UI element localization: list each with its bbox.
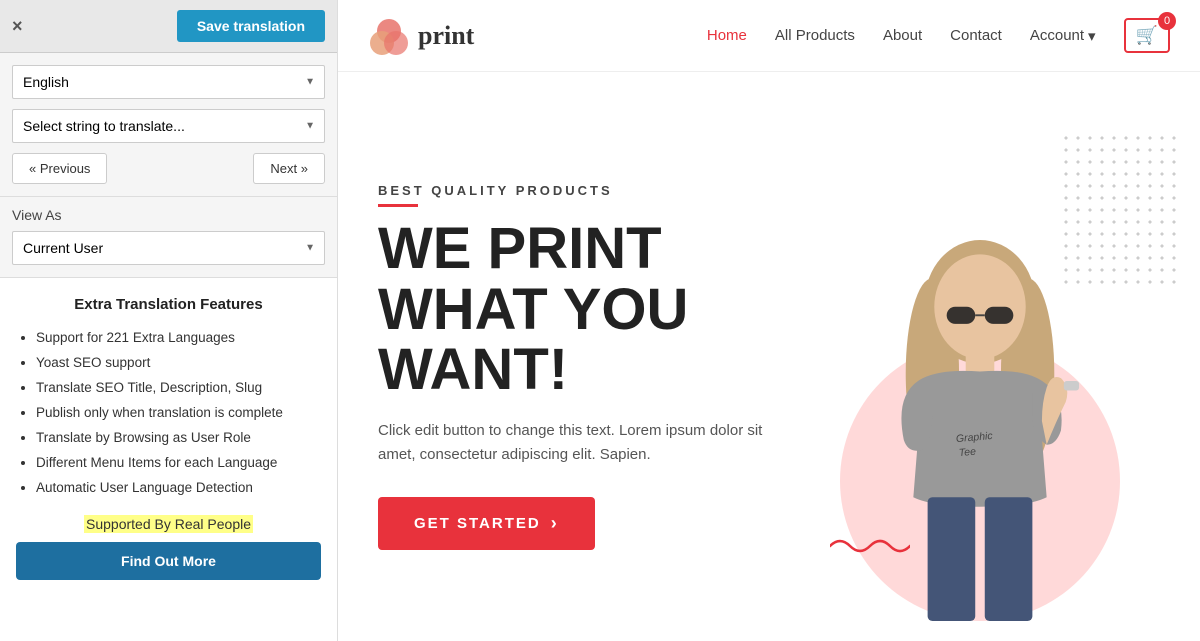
account-label: Account (1030, 27, 1084, 44)
list-item: Different Menu Items for each Language (36, 452, 321, 475)
hero-image-area: Graphic Tee (800, 112, 1160, 621)
features-title: Extra Translation Features (16, 296, 321, 313)
find-out-button[interactable]: Find Out More (16, 542, 321, 580)
wavy-line-icon (830, 531, 910, 561)
features-list: Support for 221 Extra Languages Yoast SE… (16, 327, 321, 500)
list-item: Yoast SEO support (36, 352, 321, 375)
view-as-label: View As (12, 207, 325, 223)
next-button[interactable]: Next » (253, 153, 325, 184)
hero-description: Click edit button to change this text. L… (378, 419, 780, 467)
features-section: Extra Translation Features Support for 2… (0, 278, 337, 641)
list-item: Support for 221 Extra Languages (36, 327, 321, 350)
hero-subtitle: BEST QUALITY PRODUCTS (378, 183, 780, 207)
language-select[interactable]: English Spanish French (12, 65, 325, 99)
translation-panel: × Save translation English Spanish Frenc… (0, 0, 338, 641)
list-item: Automatic User Language Detection (36, 477, 321, 500)
cart-button[interactable]: 🛒 0 (1124, 18, 1170, 53)
get-started-button[interactable]: GET STARTED › (378, 497, 595, 550)
arrow-icon: › (551, 513, 559, 534)
close-button[interactable]: × (12, 16, 23, 37)
cart-badge: 0 (1158, 12, 1176, 30)
nav-products[interactable]: All Products (775, 27, 855, 44)
person-figure: Graphic Tee (850, 221, 1110, 621)
controls-section: English Spanish French Select string to … (0, 53, 337, 197)
string-select[interactable]: Select string to translate... (12, 109, 325, 143)
nav-contact[interactable]: Contact (950, 27, 1002, 44)
chevron-down-icon: ▾ (1088, 27, 1096, 45)
view-as-section: View As Current User Guest Admin (0, 197, 337, 278)
list-item: Publish only when translation is complet… (36, 402, 321, 425)
previous-button[interactable]: « Previous (12, 153, 107, 184)
site-navbar: print Home All Products About Contact Ac… (338, 0, 1200, 72)
nav-account[interactable]: Account ▾ (1030, 27, 1096, 45)
hero-content: BEST QUALITY PRODUCTS WE PRINT WHAT YOU … (378, 112, 800, 621)
website-preview: print Home All Products About Contact Ac… (338, 0, 1200, 641)
string-select-wrapper: Select string to translate... (12, 109, 325, 143)
supported-text: Supported By Real People (16, 516, 321, 532)
language-select-wrapper: English Spanish French (12, 65, 325, 99)
list-item: Translate SEO Title, Description, Slug (36, 377, 321, 400)
nav-about[interactable]: About (883, 27, 922, 44)
save-translation-button[interactable]: Save translation (177, 10, 325, 42)
supported-link[interactable]: Supported By Real People (84, 515, 253, 533)
list-item: Translate by Browsing as User Role (36, 427, 321, 450)
get-started-label: GET STARTED (414, 515, 541, 532)
hero-section: BEST QUALITY PRODUCTS WE PRINT WHAT YOU … (338, 72, 1200, 641)
site-logo: print (368, 15, 474, 57)
top-bar: × Save translation (0, 0, 337, 53)
logo-icon (368, 15, 410, 57)
nav-home[interactable]: Home (707, 27, 747, 44)
svg-text:Tee: Tee (958, 447, 976, 459)
logo-text: print (418, 21, 474, 51)
nav-buttons: « Previous Next » (12, 153, 325, 184)
hero-title: WE PRINT WHAT YOU WANT! (378, 219, 780, 402)
view-as-select-wrapper: Current User Guest Admin (12, 231, 325, 265)
site-nav: Home All Products About Contact Account … (707, 18, 1170, 53)
view-as-select[interactable]: Current User Guest Admin (12, 231, 325, 265)
